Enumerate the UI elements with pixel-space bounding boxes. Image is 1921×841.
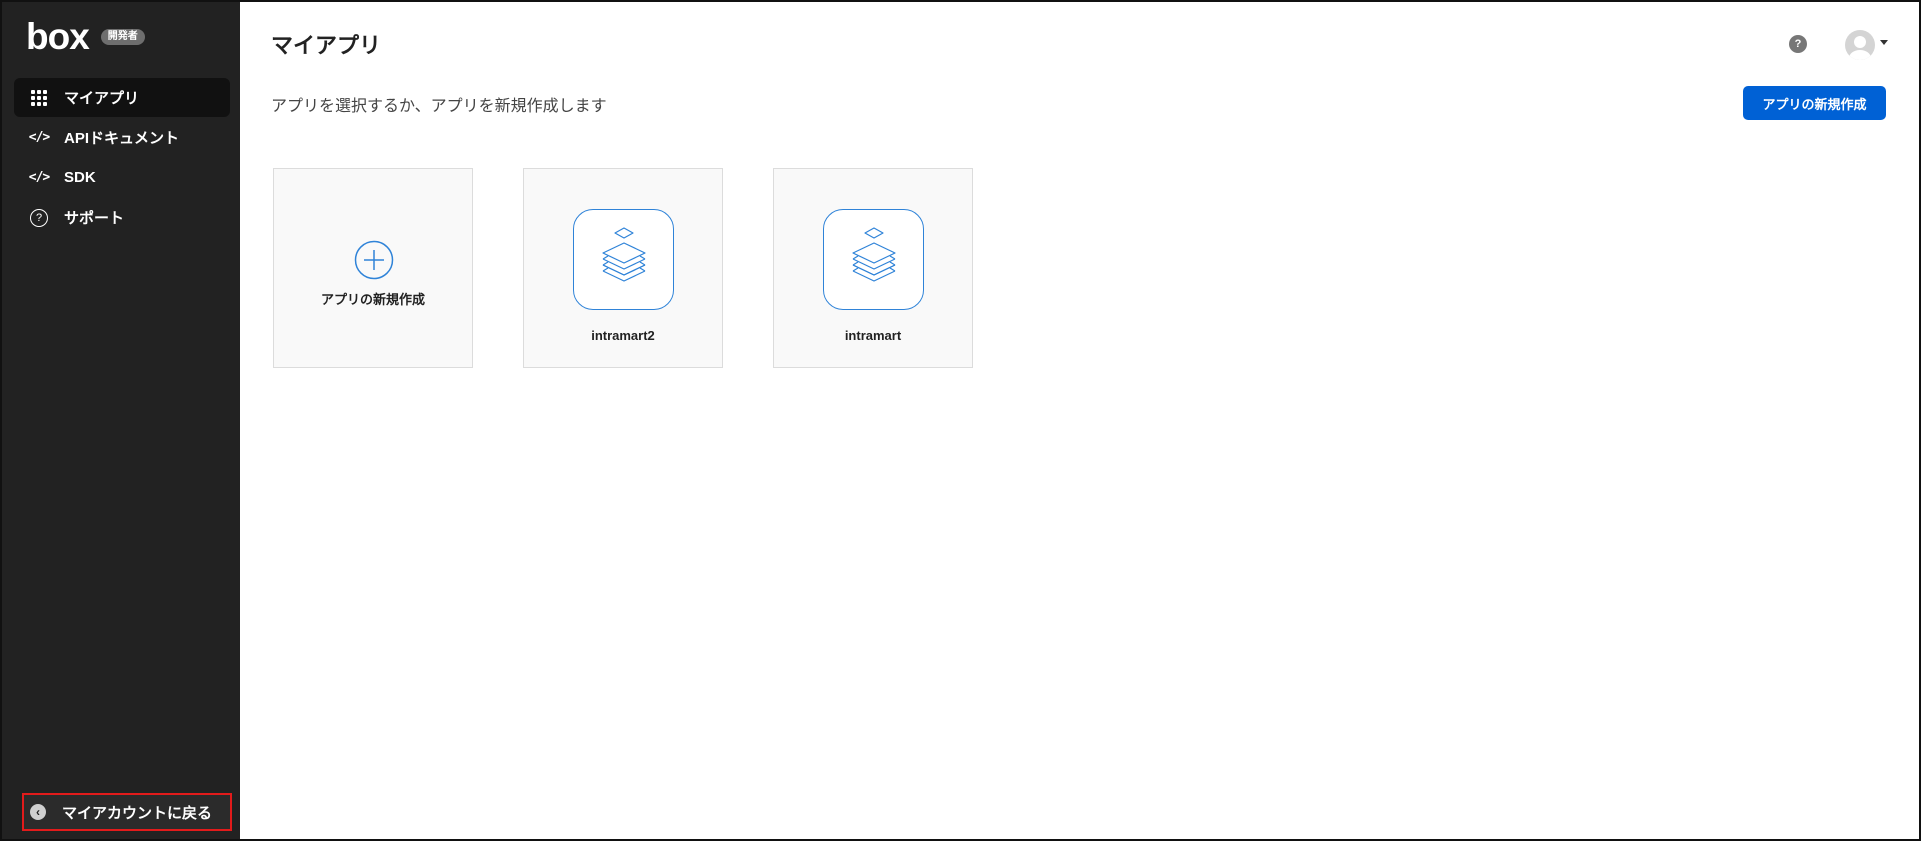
sidebar: box 開発者 マイアプリ </> APIドキュメント </> SDK ? サポ… — [2, 2, 240, 839]
grid-icon — [28, 89, 50, 107]
create-app-button[interactable]: アプリの新規作成 — [1743, 86, 1886, 120]
sidebar-item-my-apps[interactable]: マイアプリ — [14, 78, 230, 117]
sidebar-item-api-docs[interactable]: </> APIドキュメント — [14, 118, 230, 157]
sidebar-item-sdk[interactable]: </> SDK — [14, 158, 230, 197]
page-title: マイアプリ — [271, 33, 382, 58]
sidebar-item-label: マイアプリ — [64, 90, 140, 107]
back-to-account-button[interactable]: ‹ マイアカウントに戻る — [22, 793, 232, 831]
back-to-account-label: マイアカウントに戻る — [62, 804, 213, 822]
app-name: intramart — [844, 328, 902, 343]
app-name: intramart2 — [591, 328, 655, 343]
plus-circle-icon — [354, 240, 394, 280]
sidebar-item-label: APIドキュメント — [64, 130, 180, 147]
sidebar-nav: マイアプリ </> APIドキュメント </> SDK ? サポート — [14, 78, 230, 238]
page-subtitle: アプリを選択するか、アプリを新規作成します — [271, 98, 607, 115]
app-card[interactable]: intramart — [773, 168, 973, 368]
code-icon: </> — [28, 170, 50, 185]
app-card[interactable]: intramart2 — [523, 168, 723, 368]
chevron-down-icon[interactable] — [1880, 40, 1888, 45]
sidebar-item-label: サポート — [64, 210, 125, 227]
layers-icon — [573, 209, 674, 310]
chevron-left-icon: ‹ — [30, 804, 46, 820]
main-content: マイアプリ アプリを選択するか、アプリを新規作成します ? アプリの新規作成 ア… — [240, 2, 1919, 839]
layers-icon — [823, 209, 924, 310]
help-circle-icon: ? — [28, 208, 50, 227]
code-icon: </> — [28, 130, 50, 145]
help-icon[interactable]: ? — [1789, 35, 1807, 53]
new-app-card[interactable]: アプリの新規作成 — [273, 168, 473, 368]
box-logo[interactable]: box 開発者 — [26, 18, 145, 55]
logo-text: box — [26, 16, 90, 57]
developer-badge: 開発者 — [100, 28, 145, 45]
sidebar-item-label: SDK — [64, 169, 96, 186]
app-card-list: アプリの新規作成 intramart2 intramart — [273, 168, 973, 368]
new-app-label: アプリの新規作成 — [320, 292, 425, 307]
sidebar-item-support[interactable]: ? サポート — [14, 198, 230, 237]
avatar[interactable] — [1845, 30, 1875, 60]
